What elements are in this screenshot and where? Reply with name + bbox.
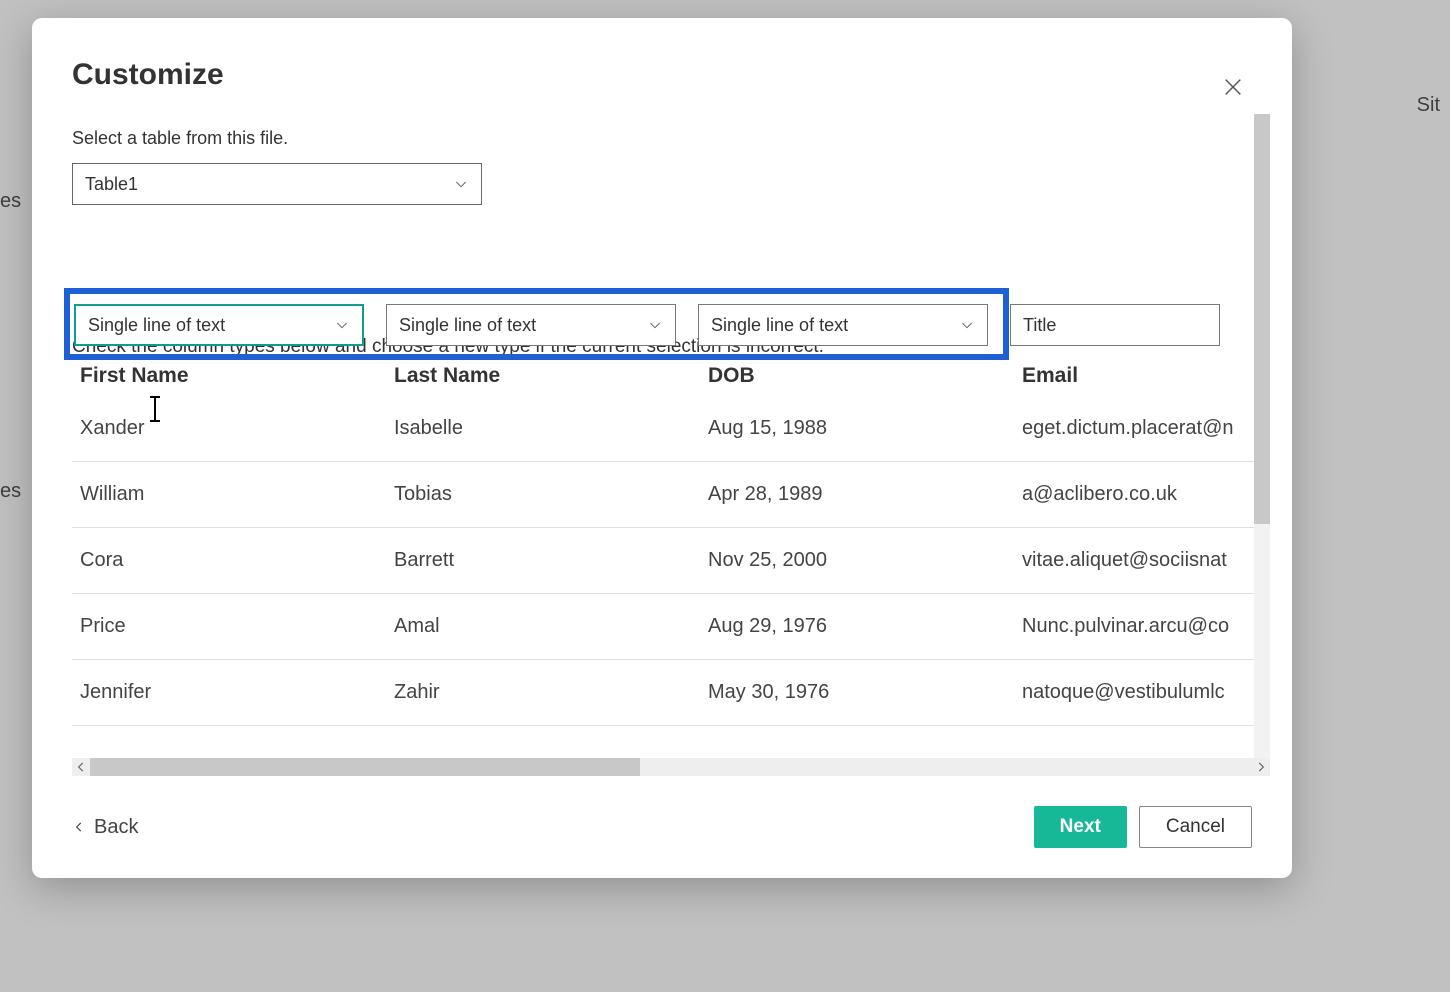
table-row[interactable]: Xander Isabelle Aug 15, 1988 eget.dictum…	[72, 396, 1270, 462]
close-button[interactable]	[1222, 76, 1252, 106]
cell-email: vitae.aliquet@sociisnat	[1022, 549, 1242, 572]
back-button[interactable]: Back	[72, 816, 138, 839]
column-type-value-1: Single line of text	[88, 315, 225, 336]
cell-last-name: Tobias	[394, 483, 708, 506]
cell-email: a@aclibero.co.uk	[1022, 483, 1242, 506]
cell-dob: Aug 29, 1976	[708, 615, 1022, 638]
table-row[interactable]: Price Amal Aug 29, 1976 Nunc.pulvinar.ar…	[72, 594, 1270, 660]
vertical-scrollbar[interactable]	[1254, 114, 1270, 758]
chevron-down-icon	[334, 317, 350, 333]
horizontal-scrollbar-thumb[interactable]	[90, 758, 640, 776]
chevron-left-icon	[72, 820, 86, 834]
header-last-name: Last Name	[394, 364, 708, 396]
table-row[interactable]: Cora Barrett Nov 25, 2000 vitae.aliquet@…	[72, 528, 1270, 594]
customize-modal: Customize Select a table from this file.…	[32, 18, 1292, 878]
table-row[interactable]: Jennifer Zahir May 30, 1976 natoque@vest…	[72, 660, 1270, 726]
cell-first-name: Price	[80, 615, 394, 638]
cell-first-name: Cora	[80, 549, 394, 572]
cell-first-name: Xander	[80, 417, 394, 440]
modal-title: Customize	[72, 58, 1252, 92]
table-body: Xander Isabelle Aug 15, 1988 eget.dictum…	[72, 396, 1270, 726]
column-type-value-4: Title	[1023, 315, 1056, 336]
modal-footer: Back Next Cancel	[72, 806, 1252, 848]
close-icon	[1222, 76, 1244, 98]
table-row[interactable]: William Tobias Apr 28, 1989 a@aclibero.c…	[72, 462, 1270, 528]
cell-email: natoque@vestibulumlc	[1022, 681, 1242, 704]
cell-last-name: Amal	[394, 615, 708, 638]
vertical-scrollbar-thumb[interactable]	[1254, 114, 1270, 524]
header-email: Email	[1022, 364, 1270, 396]
scroll-right-icon[interactable]	[1254, 760, 1268, 774]
column-type-dropdown-2[interactable]: Single line of text	[386, 304, 676, 346]
table-scroll-region: Check the column types below and choose …	[72, 118, 1270, 768]
next-button[interactable]: Next	[1034, 806, 1127, 848]
cell-email: eget.dictum.placerat@n	[1022, 417, 1242, 440]
column-type-value-3: Single line of text	[711, 315, 848, 336]
column-type-dropdown-1[interactable]: Single line of text	[74, 304, 364, 346]
table-headers: First Name Last Name DOB Email	[80, 364, 1270, 396]
chevron-down-icon	[647, 317, 663, 333]
back-label: Back	[94, 816, 138, 839]
cell-dob: Nov 25, 2000	[708, 549, 1022, 572]
cell-dob: Aug 15, 1988	[708, 417, 1022, 440]
cell-last-name: Barrett	[394, 549, 708, 572]
column-type-row: Single line of text Single line of text …	[74, 304, 1220, 346]
column-type-dropdown-4[interactable]: Title	[1010, 304, 1220, 346]
header-dob: DOB	[708, 364, 1022, 396]
header-first-name: First Name	[80, 364, 394, 396]
cell-last-name: Zahir	[394, 681, 708, 704]
column-type-value-2: Single line of text	[399, 315, 536, 336]
chevron-down-icon	[959, 317, 975, 333]
cell-dob: May 30, 1976	[708, 681, 1022, 704]
column-type-dropdown-3[interactable]: Single line of text	[698, 304, 988, 346]
horizontal-scrollbar[interactable]	[72, 758, 1270, 776]
cell-email: Nunc.pulvinar.arcu@co	[1022, 615, 1242, 638]
scroll-left-icon[interactable]	[74, 760, 88, 774]
cancel-button[interactable]: Cancel	[1139, 806, 1252, 848]
cell-dob: Apr 28, 1989	[708, 483, 1022, 506]
cell-first-name: Jennifer	[80, 681, 394, 704]
cell-last-name: Isabelle	[394, 417, 708, 440]
cell-first-name: William	[80, 483, 394, 506]
